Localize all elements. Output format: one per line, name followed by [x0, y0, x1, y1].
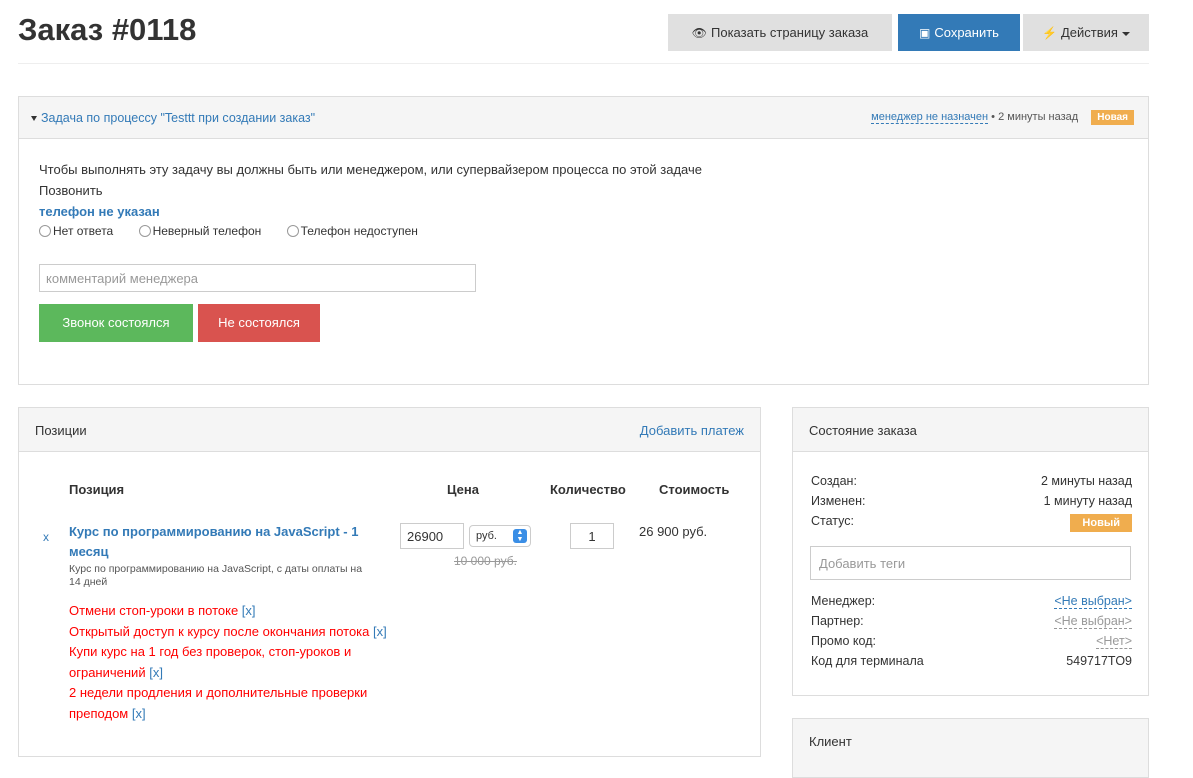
status-label: Статус: [811, 514, 854, 528]
positions-title: Позиции [35, 423, 87, 438]
task-body: Чтобы выполнять эту задачу вы должны быт… [19, 139, 1148, 246]
task-title-toggle[interactable]: Задача по процессу "Testtt при создании … [31, 111, 315, 125]
task-panel-header: Задача по процессу "Testtt при создании … [19, 97, 1148, 139]
status-badge[interactable]: Новый [1070, 514, 1132, 532]
partner-select-link[interactable]: <Не выбран> [1054, 614, 1132, 629]
meta-separator: • [991, 111, 996, 123]
positions-header: Позиции Добавить платеж [19, 408, 760, 452]
phone-link[interactable]: телефон не указан [39, 201, 1128, 222]
upsell-list: Отмени стоп-уроки в потоке [x] Открытый … [69, 601, 389, 724]
task-title: Задача по процессу "Testtt при создании … [41, 111, 316, 125]
changed-value: 1 минуту назад [1043, 494, 1132, 508]
partner-row: Партнер: <Не выбран> [811, 614, 1132, 632]
manager-select-link[interactable]: <Не выбран> [1054, 594, 1132, 609]
client-title: Клиент [809, 734, 852, 749]
radio-no-answer-label: Нет ответа [53, 224, 114, 238]
upsell-label: 2 недели продления и дополнительные пров… [69, 685, 368, 721]
price-input[interactable] [400, 523, 464, 549]
upsell-label: Открытый доступ к курсу после окончания … [69, 623, 370, 639]
lightning-icon: ⚡ [1042, 26, 1057, 40]
currency-select[interactable]: руб. ▲ ▼ [469, 525, 531, 547]
manager-row: Менеджер: <Не выбран> [811, 594, 1132, 612]
show-order-page-label: Показать страницу заказа [711, 25, 869, 40]
promo-row: Промо код: <Нет> [811, 634, 1132, 652]
terminal-row: Код для терминала 549717TO9 [811, 654, 1132, 672]
client-panel: Клиент [792, 718, 1149, 778]
manager-label: Менеджер: [811, 594, 876, 608]
item-cost: 26 900 руб. [639, 524, 708, 539]
task-manager-link[interactable]: менеджер не назначен [871, 111, 989, 124]
radio-circle-icon [286, 225, 299, 237]
old-price: 10 000 руб. [454, 554, 517, 568]
call-failed-button[interactable]: Не состоялся [198, 304, 320, 342]
created-value: 2 минуты назад [1040, 474, 1132, 488]
item-description: Курс по программированию на JavaScript, … [69, 563, 363, 588]
task-time: 2 минуты назад [998, 111, 1079, 123]
select-arrows-icon: ▲ ▼ [513, 529, 527, 543]
remove-item-button[interactable]: x [43, 530, 49, 544]
save-button[interactable]: ▣ Сохранить [898, 14, 1020, 51]
quantity-input[interactable] [570, 523, 614, 549]
column-header-quantity: Количество [550, 482, 626, 497]
upsell-remove-button[interactable]: [x] [242, 603, 256, 618]
task-meta: менеджер не назначен • 2 минуты назад Но… [871, 110, 1134, 125]
partner-label: Партнер: [811, 614, 864, 628]
created-row: Создан: 2 минуты назад [811, 474, 1132, 492]
order-state-header: Состояние заказа [793, 408, 1148, 452]
upsell-item: 2 недели продления и дополнительные пров… [69, 683, 389, 724]
triangle-down-icon [31, 116, 37, 122]
permission-note: Чтобы выполнять эту задачу вы должны быт… [39, 162, 702, 177]
column-header-price: Цена [447, 482, 479, 497]
order-state-title: Состояние заказа [809, 423, 917, 438]
task-panel: Задача по процессу "Testtt при создании … [18, 96, 1149, 385]
upsell-remove-button[interactable]: [x] [373, 624, 387, 639]
task-action: Позвонить [39, 183, 103, 198]
radio-no-answer[interactable]: Нет ответа [39, 224, 113, 238]
currency-value: руб. [476, 530, 497, 542]
upsell-remove-button[interactable]: [x] [149, 665, 163, 680]
task-status-badge: Новая [1091, 110, 1134, 125]
call-result-options: Нет ответа Неверный телефон Телефон недо… [39, 224, 1128, 246]
radio-phone-unavailable-label: Телефон недоступен [300, 224, 418, 238]
eye-icon: 👁 [691, 26, 707, 40]
status-row: Статус: Новый [811, 514, 1132, 536]
upsell-item: Отмени стоп-уроки в потоке [x] [69, 601, 389, 622]
upsell-label: Отмени стоп-уроки в потоке [69, 603, 239, 618]
upsell-label: Купи курс на 1 год без проверок, стоп-ур… [69, 644, 352, 680]
add-tags-input[interactable] [810, 546, 1131, 580]
order-state-panel: Состояние заказа Создан: 2 минуты назад … [792, 407, 1149, 696]
promo-code-link[interactable]: <Нет> [1096, 634, 1132, 649]
created-label: Создан: [811, 474, 857, 488]
column-header-cost: Стоимость [659, 482, 730, 497]
upsell-item: Купи курс на 1 год без проверок, стоп-ур… [69, 642, 389, 683]
actions-label: Действия [1060, 25, 1118, 40]
radio-phone-unavailable[interactable]: Телефон недоступен [286, 224, 418, 238]
column-header-position: Позиция [69, 482, 125, 497]
page-header: Заказ #0118 👁 Показать страницу заказа ▣ С… [18, 0, 1149, 64]
radio-circle-icon [138, 225, 151, 237]
upsell-remove-button[interactable]: [x] [132, 706, 146, 721]
upsell-item: Открытый доступ к курсу после окончания … [69, 622, 389, 643]
changed-label: Изменен: [811, 494, 866, 508]
add-payment-link[interactable]: Добавить платеж [640, 423, 744, 438]
item-name-link[interactable]: Курс по программированию на JavaScript -… [69, 522, 389, 562]
call-done-button[interactable]: Звонок состоялся [39, 304, 193, 342]
floppy-disk-icon: ▣ [919, 26, 931, 40]
changed-row: Изменен: 1 минуту назад [811, 494, 1132, 512]
page-title: Заказ #0118 [18, 12, 197, 47]
radio-circle-icon [39, 225, 51, 237]
actions-dropdown-button[interactable]: ⚡ Действия [1023, 14, 1149, 51]
save-label: Сохранить [934, 25, 999, 40]
positions-panel: Позиции Добавить платеж Позиция Цена Кол… [18, 407, 761, 757]
terminal-code: 549717TO9 [1066, 654, 1132, 668]
radio-wrong-phone[interactable]: Неверный телефон [138, 224, 262, 238]
terminal-label: Код для терминала [811, 654, 924, 668]
promo-label: Промо код: [811, 634, 876, 648]
show-order-page-button[interactable]: 👁 Показать страницу заказа [668, 14, 892, 51]
manager-comment-input[interactable] [39, 264, 476, 292]
caret-down-icon [1121, 31, 1130, 36]
radio-wrong-phone-label: Неверный телефон [152, 224, 262, 238]
